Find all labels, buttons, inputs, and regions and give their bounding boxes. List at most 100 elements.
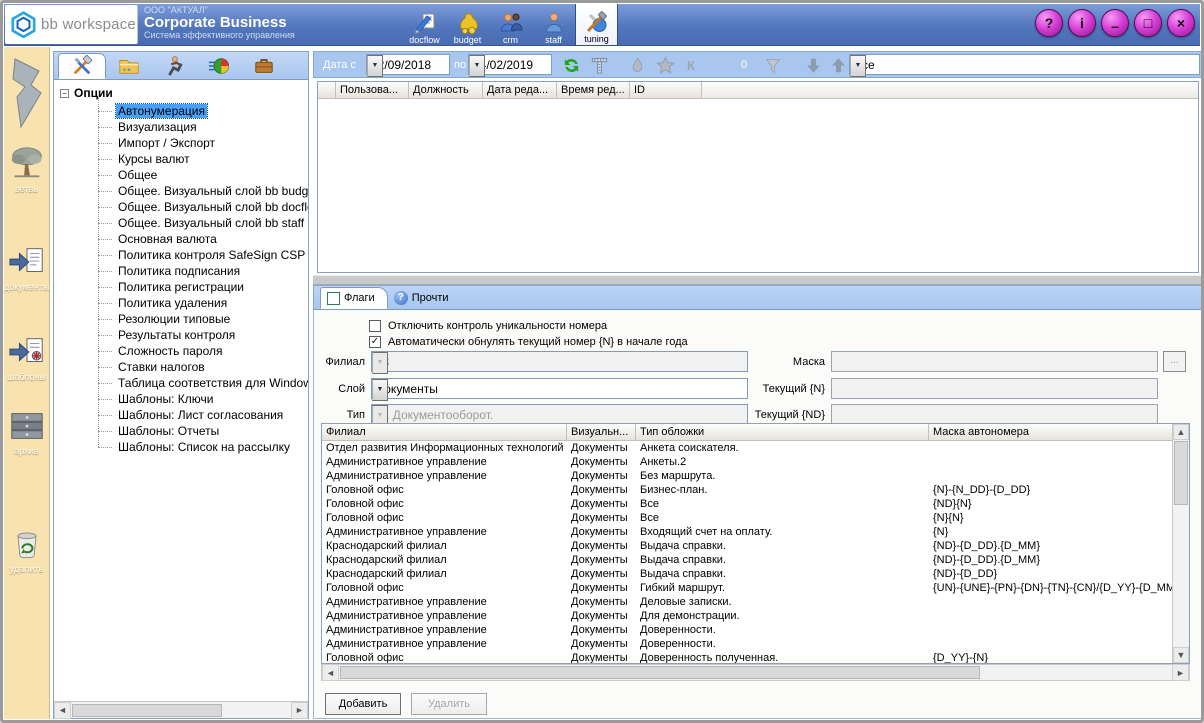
- checkbox[interactable]: [369, 336, 381, 348]
- tab-other[interactable]: ? Прочти: [388, 287, 461, 309]
- tree-item[interactable]: Политика контроля SafeSign CSP: [54, 247, 308, 263]
- covers-table-row[interactable]: Административное управление Документы До…: [322, 623, 1172, 637]
- help-button[interactable]: ?: [1035, 9, 1063, 37]
- scroll-up-icon[interactable]: ▲: [1173, 424, 1189, 440]
- refresh-button[interactable]: [560, 55, 582, 76]
- move-up-button[interactable]: [827, 55, 849, 76]
- module-docflow[interactable]: docflow: [403, 4, 446, 46]
- column-header-mask[interactable]: Маска автономера: [929, 424, 1189, 441]
- history-column-header[interactable]: [318, 82, 336, 99]
- chevron-down-icon[interactable]: ▼: [372, 379, 388, 401]
- tree-item[interactable]: Шаблоны: Отчеты: [54, 423, 308, 439]
- scroll-thumb[interactable]: [72, 704, 222, 717]
- covers-table-row[interactable]: Административное управление Документы Вх…: [322, 525, 1172, 539]
- history-column-header[interactable]: Время ред...: [557, 82, 630, 99]
- tab-tools[interactable]: [58, 53, 106, 79]
- scroll-thumb[interactable]: [340, 666, 980, 679]
- date-from-select[interactable]: 22/09/2018 ▼: [366, 54, 450, 75]
- collapse-expander-icon[interactable]: −: [60, 89, 69, 98]
- tree-item[interactable]: Сложность пароля: [54, 343, 308, 359]
- filial-select[interactable]: 33 ▼: [371, 351, 748, 372]
- tree-item[interactable]: Шаблоны: Лист согласования: [54, 407, 308, 423]
- history-column-header[interactable]: ID: [630, 82, 702, 99]
- tree-item[interactable]: Общее. Визуальный слой bb docflow: [54, 199, 308, 215]
- covers-table-row[interactable]: Головной офис Документы Гибкий маршрут. …: [322, 581, 1172, 595]
- chevron-down-icon[interactable]: ▼: [367, 55, 383, 77]
- date-to-select[interactable]: 24/02/2019 ▼: [468, 54, 552, 75]
- covers-table-row[interactable]: Головной офис Документы Бизнес-план. {N}…: [322, 483, 1172, 497]
- tree-item[interactable]: Политика удаления: [54, 295, 308, 311]
- column-header-filial[interactable]: Филиал: [322, 424, 567, 441]
- chevron-down-icon[interactable]: ▼: [850, 55, 866, 77]
- tree-item[interactable]: Общее. Визуальный слой bb budget: [54, 183, 308, 199]
- maximize-button[interactable]: □: [1134, 9, 1162, 37]
- module-tuning[interactable]: tuning: [575, 4, 618, 46]
- tree-item[interactable]: Ставки налогов: [54, 359, 308, 375]
- rail-item-documents[interactable]: документы: [4, 243, 49, 292]
- tree-horizontal-scrollbar[interactable]: ◄ ►: [54, 701, 308, 718]
- tree-root-options[interactable]: − Опции: [60, 85, 113, 101]
- scroll-left-icon[interactable]: ◄: [322, 664, 339, 681]
- covers-table-row[interactable]: Административное управление Документы Де…: [322, 595, 1172, 609]
- covers-table-row[interactable]: Краснодарский филиал Документы Выдача сп…: [322, 553, 1172, 567]
- checkbox-row[interactable]: Отключить контроль уникальности номера: [369, 319, 688, 332]
- tree-item[interactable]: Шаблоны: Ключи: [54, 391, 308, 407]
- scroll-right-icon[interactable]: ►: [1172, 664, 1189, 681]
- tree-item[interactable]: Общее. Визуальный слой bb staff: [54, 215, 308, 231]
- current-nd-field[interactable]: [831, 404, 1158, 425]
- info-button[interactable]: i: [1068, 9, 1096, 37]
- filter-button[interactable]: [762, 55, 784, 76]
- covers-table-row[interactable]: Отдел развития Информационных технологий…: [322, 441, 1172, 455]
- tab-folders[interactable]: [106, 53, 151, 79]
- covers-table-row[interactable]: Головной офис Документы Все {N}{N}: [322, 511, 1172, 525]
- scroll-right-icon[interactable]: ►: [291, 702, 308, 719]
- close-button[interactable]: ×: [1167, 9, 1195, 37]
- star-button[interactable]: [654, 55, 676, 76]
- tree-item[interactable]: Курсы валют: [54, 151, 308, 167]
- k-button[interactable]: К: [680, 55, 702, 76]
- chevron-down-icon[interactable]: ▼: [469, 55, 485, 77]
- tree-item[interactable]: Визуализация: [54, 119, 308, 135]
- current-n-field[interactable]: [831, 378, 1158, 399]
- covers-table-row[interactable]: Административное управление Документы Дл…: [322, 609, 1172, 623]
- tab-flags[interactable]: Флаги: [320, 287, 388, 309]
- covers-table-row[interactable]: Административное управление Документы Бе…: [322, 469, 1172, 483]
- tree-item[interactable]: Таблица соответствия для Windows-авто: [54, 375, 308, 391]
- tree-item[interactable]: Основная валюта: [54, 231, 308, 247]
- tab-personnel[interactable]: [151, 53, 196, 79]
- delete-button[interactable]: Удалить: [411, 693, 487, 715]
- rail-item-delete[interactable]: удалить: [4, 523, 49, 574]
- tab-reports[interactable]: [196, 53, 241, 79]
- tree-item[interactable]: Политика подписания: [54, 263, 308, 279]
- tab-briefcase[interactable]: [241, 53, 286, 79]
- rail-item-branch[interactable]: ветвь: [4, 143, 49, 194]
- covers-table-row[interactable]: Административное управление Документы До…: [322, 637, 1172, 651]
- covers-vertical-scrollbar[interactable]: ▲ ▼: [1172, 424, 1189, 663]
- covers-table-row[interactable]: Краснодарский филиал Документы Выдача сп…: [322, 567, 1172, 581]
- mask-field[interactable]: [831, 351, 1158, 372]
- tree-item[interactable]: Результаты контроля: [54, 327, 308, 343]
- module-budget[interactable]: budget: [446, 4, 489, 46]
- history-column-header[interactable]: Дата реда...: [483, 82, 557, 99]
- scroll-left-icon[interactable]: ◄: [54, 702, 71, 719]
- panel-splitter[interactable]: [313, 275, 1203, 285]
- tree-item[interactable]: Общее: [54, 167, 308, 183]
- covers-table-row[interactable]: Административное управление Документы Ан…: [322, 455, 1172, 469]
- covers-horizontal-scrollbar[interactable]: ◄ ►: [321, 664, 1190, 681]
- history-column-header[interactable]: Должность: [409, 82, 483, 99]
- checkbox-row[interactable]: Автоматически обнулять текущий номер {N}…: [369, 335, 688, 348]
- tree-item[interactable]: Шаблоны: Список на рассылку: [54, 439, 308, 455]
- module-crm[interactable]: crm: [489, 4, 532, 46]
- mask-browse-button[interactable]: ...: [1163, 351, 1186, 372]
- column-header-cover[interactable]: Тип обложки: [636, 424, 929, 441]
- tree-item[interactable]: Политика регистрации: [54, 279, 308, 295]
- history-column-header[interactable]: Пользова...: [336, 82, 409, 99]
- minimize-button[interactable]: –: [1101, 9, 1129, 37]
- tree-item[interactable]: Импорт / Экспорт: [54, 135, 308, 151]
- tree-item[interactable]: Автонумерация: [54, 103, 308, 119]
- column-header-layer[interactable]: Визуальн...: [567, 424, 636, 441]
- module-staff[interactable]: staff: [532, 4, 575, 46]
- add-button[interactable]: Добавить: [325, 693, 401, 715]
- type-select[interactable]: 01 Документооборот. ▼: [371, 404, 748, 425]
- tree-item[interactable]: Резолюции типовые: [54, 311, 308, 327]
